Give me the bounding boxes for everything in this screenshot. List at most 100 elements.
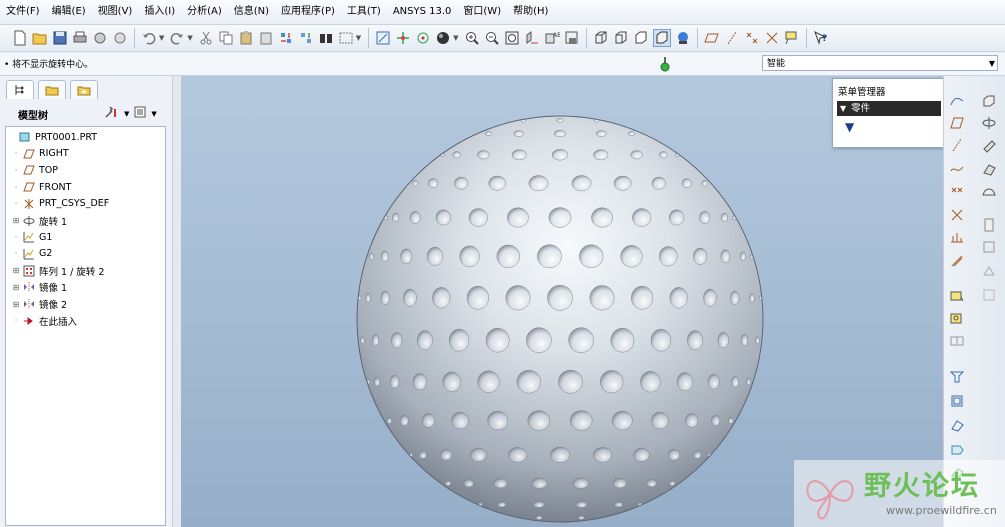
menu-manager-part-item[interactable]: ▼ 零件 [837, 101, 941, 116]
tree-item[interactable]: ⊞ 旋转 1 [12, 213, 67, 229]
selection-filter-select[interactable]: 智能 ▼ [762, 55, 998, 71]
datum-point-display-icon[interactable] [744, 30, 760, 46]
settings-dropdown-icon[interactable]: ▼ [124, 110, 129, 118]
annotation-display-icon[interactable] [784, 30, 800, 46]
sketch-datum-icon[interactable] [948, 92, 966, 110]
undo-dropdown-icon[interactable]: ▼ [159, 34, 164, 42]
mirror-tool-icon[interactable] [948, 310, 966, 328]
expand-plus-icon[interactable]: ⊞ [12, 300, 20, 309]
extrude-icon[interactable] [980, 92, 998, 110]
open-folder-icon[interactable] [32, 30, 48, 46]
merge-icon[interactable] [948, 332, 966, 350]
select-dropdown-icon[interactable]: ▼ [356, 34, 361, 42]
hidden-line-icon[interactable] [613, 30, 629, 46]
paste-icon[interactable] [238, 30, 254, 46]
offset-icon[interactable] [948, 416, 966, 434]
datum-axis-display-icon[interactable] [724, 30, 740, 46]
shell-icon[interactable] [980, 238, 998, 256]
blend-icon[interactable] [980, 160, 998, 178]
tab-favorites[interactable] [70, 80, 98, 99]
menu-item[interactable]: 窗口(W) [457, 0, 507, 24]
trim-icon[interactable] [948, 368, 966, 386]
menu-item[interactable]: 插入(I) [138, 0, 181, 24]
tab-folder-browser[interactable] [38, 80, 66, 99]
datum-plane-icon[interactable] [948, 114, 966, 132]
saved-views-icon[interactable]: AB [544, 30, 560, 46]
refit-icon[interactable] [504, 30, 520, 46]
orient-mode-icon[interactable] [415, 30, 431, 46]
datum-point-icon[interactable] [948, 182, 966, 200]
menu-item[interactable]: 工具(T) [341, 0, 387, 24]
tree-item[interactable]: PRT0001.PRT [8, 129, 97, 145]
expand-plus-icon[interactable]: ⊞ [12, 266, 20, 275]
regen-manager-icon[interactable] [298, 30, 314, 46]
context-help-icon[interactable]: ? [813, 30, 829, 46]
tree-item[interactable]: · G2 [12, 246, 52, 262]
repaint-icon[interactable] [375, 30, 391, 46]
menu-item[interactable]: 应用程序(P) [275, 0, 341, 24]
tree-item[interactable]: ⊞ 镜像 1 [12, 279, 67, 295]
thicken-icon[interactable] [948, 440, 966, 458]
panel-splitter[interactable] [172, 76, 181, 527]
tree-item[interactable]: · 在此插入 [12, 313, 77, 329]
model-tree-toggle-icon[interactable] [675, 30, 691, 46]
menu-item[interactable]: 视图(V) [92, 0, 139, 24]
tree-item[interactable]: ⊞ 镜像 2 [12, 296, 67, 312]
boundary-blend-icon[interactable] [980, 182, 998, 200]
appearance-ball-icon[interactable] [435, 30, 451, 46]
new-file-icon[interactable] [12, 30, 28, 46]
datum-csys-icon[interactable] [948, 206, 966, 224]
menu-item[interactable]: 分析(A) [181, 0, 228, 24]
settings-tools-icon[interactable] [104, 105, 120, 122]
select-box-icon[interactable] [338, 30, 354, 46]
save-icon[interactable] [52, 30, 68, 46]
analysis-feature-icon[interactable] [948, 228, 966, 246]
tree-item[interactable]: ⊞ 阵列 1 / 旋转 2 [12, 263, 104, 279]
undo-icon[interactable] [141, 30, 157, 46]
redo-icon[interactable] [169, 30, 185, 46]
send-mail-icon[interactable] [92, 30, 108, 46]
datum-axis-icon[interactable] [948, 136, 966, 154]
cut-icon[interactable] [198, 30, 214, 46]
tree-item[interactable]: · G1 [12, 229, 52, 245]
datum-plane-display-icon[interactable] [703, 30, 720, 46]
expand-arrow-icon[interactable]: ▼ [845, 120, 854, 134]
sketch-tool-icon[interactable] [948, 252, 966, 270]
menu-item[interactable]: ANSYS 13.0 [387, 0, 458, 24]
send-link-icon[interactable] [112, 30, 128, 46]
find-icon[interactable] [318, 30, 334, 46]
shading-icon[interactable] [652, 29, 671, 47]
appearance-dropdown-icon[interactable]: ▼ [453, 34, 458, 42]
menu-item[interactable]: 文件(F) [0, 0, 46, 24]
tree-item[interactable]: · TOP [12, 162, 58, 178]
rib-icon[interactable] [980, 262, 998, 280]
reorient-icon[interactable] [524, 30, 540, 46]
wireframe-icon[interactable] [593, 30, 609, 46]
sweep-icon[interactable] [980, 136, 998, 154]
tree-item[interactable]: · PRT_CSYS_DEF [12, 196, 110, 212]
copy-feature-icon[interactable] [948, 288, 966, 306]
datum-curve-icon[interactable] [948, 160, 966, 178]
menu-item[interactable]: 帮助(H) [507, 0, 554, 24]
zoom-out-icon[interactable] [484, 30, 500, 46]
show-dropdown-icon[interactable]: ▼ [151, 110, 156, 118]
hole-icon[interactable] [980, 216, 998, 234]
no-hidden-icon[interactable] [633, 30, 649, 46]
expand-plus-icon[interactable]: ⊞ [12, 283, 20, 292]
extend-icon[interactable] [948, 392, 966, 410]
tree-item[interactable]: · FRONT [12, 179, 72, 195]
menu-item[interactable]: 信息(N) [228, 0, 275, 24]
regenerate-icon[interactable] [278, 30, 294, 46]
spin-center-icon[interactable] [395, 30, 411, 46]
revolve-tool-icon[interactable] [980, 114, 998, 132]
expand-plus-icon[interactable]: ⊞ [12, 216, 20, 225]
paste-special-icon[interactable] [258, 30, 274, 46]
copy-icon[interactable] [218, 30, 234, 46]
tree-item[interactable]: · RIGHT [12, 146, 69, 162]
show-options-icon[interactable] [133, 105, 147, 122]
csys-display-icon[interactable] [764, 30, 780, 46]
zoom-in-icon[interactable] [464, 30, 480, 46]
draft-icon[interactable] [980, 286, 998, 304]
print-icon[interactable] [72, 30, 88, 46]
menu-item[interactable]: 编辑(E) [46, 0, 92, 24]
